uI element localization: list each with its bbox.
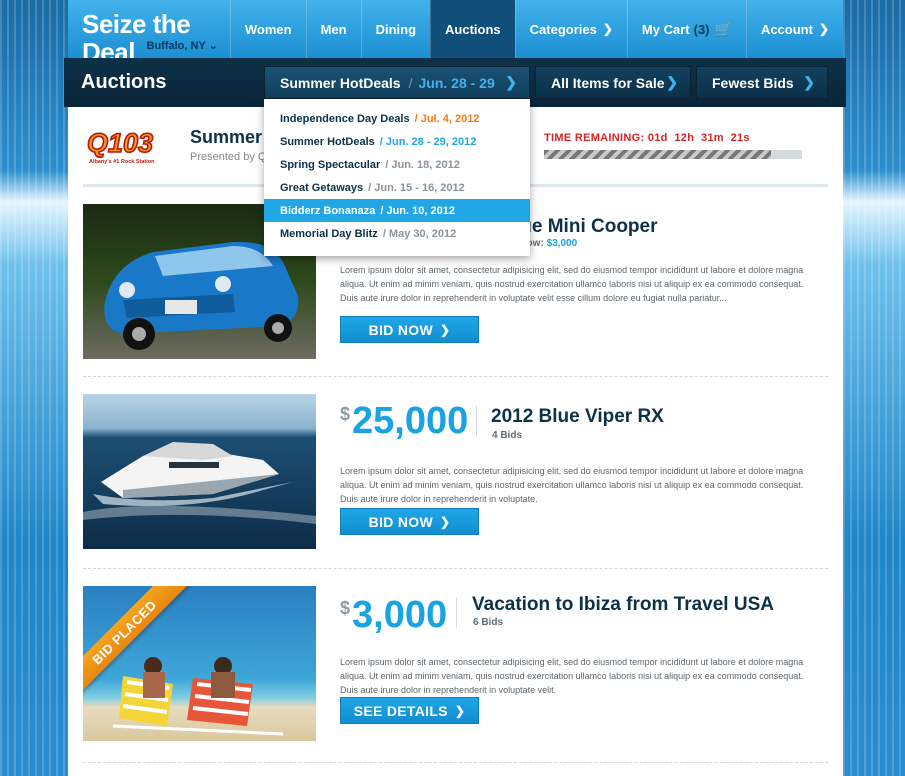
vacation-image (83, 586, 316, 741)
city-selector[interactable]: Buffalo, NY ⌄ (147, 39, 218, 52)
menu-item-summer-hotdeals[interactable]: Summer HotDeals / Jun. 28 - 29, 2012 (264, 130, 530, 153)
auction-card: $25,000 2012 Blue Viper RX 4 Bids Lorem … (83, 394, 828, 564)
sponsor-presented-by: Presented by Q1 (190, 151, 273, 163)
divider (83, 568, 828, 569)
nav-item-label: Women (244, 21, 292, 37)
chevron-down-icon: ❯ (505, 74, 517, 90)
button-label: SEE DETAILS (353, 702, 448, 719)
countdown-progress-fill (544, 150, 772, 159)
nav-item-label: My Cart (641, 21, 690, 37)
bid-count: 6 Bids (473, 617, 504, 628)
divider (83, 376, 828, 377)
nav-item-categories[interactable]: Categories ❯ (514, 0, 627, 58)
background-waterfall-right (843, 0, 905, 776)
auction-description: Lorem ipsum dolor sit amet, consectetur … (340, 265, 804, 303)
buy-now-value: $3,000 (546, 238, 578, 249)
divider (456, 598, 457, 628)
price-value: 25,000 (352, 400, 469, 442)
menu-item-great-getaways[interactable]: Great Getaways / Jun. 15 - 16, 2012 (264, 176, 530, 199)
divider (476, 406, 477, 436)
event-dropdown[interactable]: Summer HotDeals / Jun. 28 - 29 ❯ (264, 66, 530, 99)
menu-item-label: Great Getaways (280, 181, 364, 194)
menu-item-independence-day[interactable]: Independence Day Deals / Jul. 4, 2012 (264, 107, 530, 130)
nav-item-label: Men (320, 21, 347, 37)
menu-item-date: / Jun. 15 - 16, 2012 (368, 181, 465, 194)
countdown-progress-bar (544, 150, 802, 159)
event-separator: / (408, 74, 413, 91)
price-value: 3,000 (352, 594, 448, 636)
nav-item-men[interactable]: Men (305, 0, 361, 58)
current-price: $25,000 (340, 400, 468, 443)
auction-description: Lorem ipsum dolor sit amet, consectetur … (340, 657, 804, 695)
auction-title[interactable]: lue Mini Cooper (515, 216, 658, 238)
brand[interactable]: Seize the Deal Buffalo, NY ⌄ (68, 0, 230, 66)
auction-title[interactable]: Vacation to Ibiza from Travel USA (472, 594, 774, 616)
menu-item-memorial-day[interactable]: Memorial Day Blitz / May 30, 2012 (264, 222, 530, 245)
chevron-down-icon: ❯ (666, 74, 678, 90)
event-dropdown-menu: Independence Day Deals / Jul. 4, 2012 Sum… (264, 99, 530, 256)
divider (83, 762, 828, 763)
cart-count-badge: (3) (693, 21, 710, 37)
cart-icon: 🛒 (714, 20, 732, 37)
nav-item-auctions[interactable]: Auctions (430, 0, 515, 58)
menu-item-label: Memorial Day Blitz (280, 227, 378, 240)
sort-label: Fewest Bids (712, 74, 794, 91)
items-filter-dropdown[interactable]: All Items for Sale ❯ (535, 66, 691, 99)
countdown-label: TIME REMAINING: (544, 132, 645, 144)
sponsor-event-title: Summer (190, 127, 263, 147)
countdown-timer: TIME REMAINING: 01d 12h 31m 21s (544, 132, 750, 144)
event-date: Jun. 28 - 29 (418, 74, 495, 91)
items-filter-label: All Items for Sale (551, 74, 665, 91)
see-details-button[interactable]: SEE DETAILS ❯ (340, 697, 479, 724)
menu-item-label: Independence Day Deals (280, 112, 410, 125)
currency-symbol: $ (340, 598, 351, 618)
menu-item-spring-spectacular[interactable]: Spring Spectacular / Jun. 18, 2012 (264, 153, 530, 176)
current-price: $3,000 (340, 594, 447, 637)
auction-title[interactable]: 2012 Blue Viper RX (491, 406, 664, 428)
chevron-right-icon: ❯ (454, 703, 466, 718)
menu-item-date: / Jun. 28 - 29, 2012 (379, 135, 477, 148)
nav-item-label: Categories (529, 21, 597, 37)
nav-item-cart[interactable]: My Cart (3) 🛒 (626, 0, 746, 58)
bid-count: 4 Bids (492, 430, 523, 441)
chevron-down-icon: ❯ (818, 22, 829, 36)
chevron-right-icon: ❯ (439, 514, 451, 529)
nav-item-dining[interactable]: Dining (360, 0, 430, 58)
menu-item-date: / Jun. 18, 2012 (385, 158, 460, 171)
menu-item-date: / May 30, 2012 (382, 227, 457, 240)
sponsor-logo[interactable]: Q103 Albany's #1 Rock Station (83, 125, 177, 167)
page-title: Auctions (81, 71, 167, 93)
auction-card: BID PLACED $3,000 Vacation to Ibiza from… (83, 586, 828, 756)
menu-item-label: Bidderz Bonanaza (280, 204, 376, 217)
sort-dropdown[interactable]: Fewest Bids ❯ (696, 66, 828, 99)
nav-item-account[interactable]: Account ❯ (745, 0, 843, 58)
event-name: Summer HotDeals (280, 74, 401, 91)
background-waterfall-left (0, 0, 68, 776)
auction-description: Lorem ipsum dolor sit amet, consectetur … (340, 466, 804, 504)
countdown-value: 01d 12h 31m 21s (647, 132, 750, 144)
sponsor-logo-tagline: Albany's #1 Rock Station (89, 159, 155, 165)
nav-item-women[interactable]: Women (229, 0, 306, 58)
sponsor-logo-text: Q103 (87, 128, 153, 158)
menu-item-date: / Jun. 10, 2012 (380, 204, 455, 217)
currency-symbol: $ (340, 404, 351, 424)
menu-item-bidderz-bonanaza[interactable]: Bidderz Bonanaza / Jun. 10, 2012 (264, 199, 530, 222)
bid-now-button[interactable]: BID NOW ❯ (340, 508, 479, 535)
nav-item-label: Auctions (445, 21, 501, 37)
menu-item-label: Summer HotDeals (280, 135, 375, 148)
button-label: BID NOW (368, 321, 433, 338)
menu-item-label: Spring Spectacular (280, 158, 381, 171)
top-navigation-bar: Seize the Deal Buffalo, NY ⌄ Women Men D… (68, 0, 843, 66)
nav-item-label: Dining (375, 21, 417, 37)
menu-item-date: / Jul. 4, 2012 (414, 112, 480, 125)
boat-image[interactable] (83, 394, 316, 549)
bid-now-button[interactable]: BID NOW ❯ (340, 316, 479, 343)
main-nav: Women Men Dining Auctions Categories ❯ My… (229, 0, 843, 58)
chevron-right-icon: ❯ (439, 322, 451, 337)
chevron-down-icon: ❯ (803, 74, 815, 90)
vacation-image-wrap[interactable]: BID PLACED (83, 586, 316, 741)
chevron-down-icon: ❯ (602, 22, 613, 36)
button-label: BID NOW (368, 513, 433, 530)
nav-item-label: Account (760, 21, 813, 37)
